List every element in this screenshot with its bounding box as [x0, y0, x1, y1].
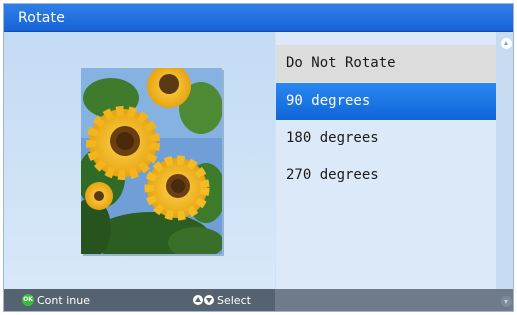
scrollbar[interactable] — [496, 32, 513, 289]
sunflower-photo-image — [81, 68, 222, 254]
footer-right-shade — [275, 289, 513, 311]
up-arrow-button-icon[interactable] — [193, 295, 203, 305]
screen-title: Rotate — [18, 10, 66, 26]
menu-item-180-degrees[interactable]: 180 degrees — [276, 120, 496, 157]
continue-label: Cont inue — [37, 294, 90, 307]
menu-item-90-degrees[interactable]: 90 degrees — [276, 83, 496, 120]
scroll-up-icon[interactable] — [501, 38, 512, 49]
down-arrow-button-icon[interactable] — [204, 295, 214, 305]
select-label: Select — [217, 294, 251, 307]
ok-button-icon[interactable]: OK — [22, 294, 34, 306]
rotate-screen: Rotate Do Not Rotate 90 degrees 180 degr… — [3, 3, 514, 312]
photo-preview — [81, 68, 222, 254]
menu-item-270-degrees[interactable]: 270 degrees — [276, 157, 496, 194]
rotate-options-menu: Do Not Rotate 90 degrees 180 degrees 270… — [276, 32, 496, 289]
scroll-down-icon[interactable] — [501, 296, 512, 307]
title-bar: Rotate — [4, 4, 513, 32]
menu-item-do-not-rotate[interactable]: Do Not Rotate — [276, 45, 496, 82]
preview-panel — [4, 32, 275, 289]
